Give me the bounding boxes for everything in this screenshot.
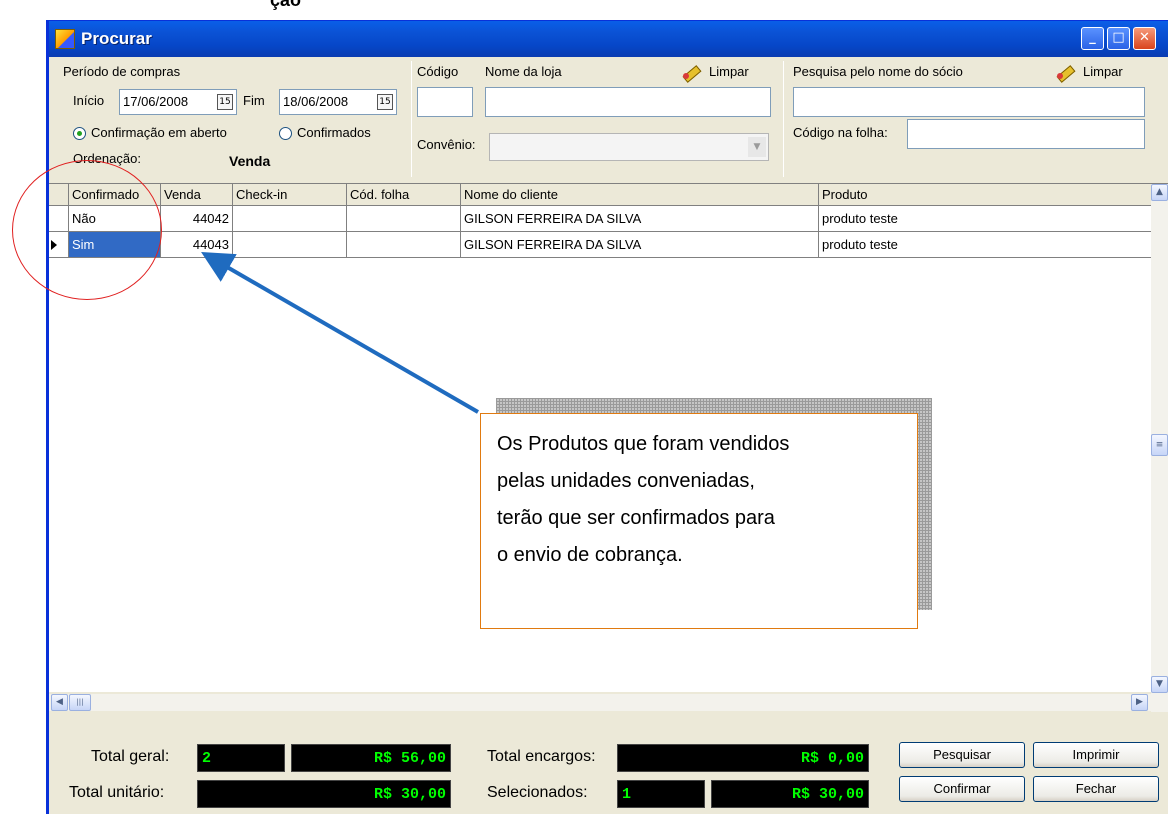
limpar-loja-button[interactable]: Limpar	[709, 64, 749, 79]
nome-loja-label: Nome da loja	[485, 64, 562, 79]
calendar-icon[interactable]: 15	[217, 94, 233, 110]
inicio-date-field[interactable]: 17/06/2008 15	[119, 89, 237, 115]
column-header-venda[interactable]: Venda	[161, 184, 233, 206]
scroll-down-button[interactable]: ▼	[1151, 676, 1168, 693]
divider	[411, 61, 412, 177]
horizontal-scroll-thumb[interactable]: |||	[69, 694, 91, 711]
total-unitario-value: R$ 30,00	[197, 780, 451, 808]
codigo-folha-label: Código na folha:	[793, 125, 888, 140]
total-encargos-label: Total encargos:	[487, 748, 596, 765]
selecionados-value: R$ 30,00	[711, 780, 869, 808]
window-title: Procurar	[81, 29, 152, 48]
fim-date-field[interactable]: 18/06/2008 15	[279, 89, 397, 115]
total-unitario-label: Total unitário:	[69, 784, 165, 801]
total-geral-label: Total geral:	[91, 748, 170, 765]
grid-header: Confirmado Venda Check-in Cód. folha Nom…	[49, 184, 1153, 206]
confirmar-button[interactable]: Confirmar	[899, 776, 1025, 802]
cell-cod-folha[interactable]	[347, 232, 461, 258]
total-geral-value: R$ 56,00	[291, 744, 451, 772]
selecionados-label: Selecionados:	[487, 784, 588, 801]
cell-venda[interactable]: 44043	[161, 232, 233, 258]
vertical-scrollbar[interactable]: ▲ ≡ ▼	[1151, 184, 1168, 712]
column-header-checkin[interactable]: Check-in	[233, 184, 347, 206]
table-row[interactable]: Sim 44043 GILSON FERREIRA DA SILVA produ…	[49, 232, 1153, 258]
pesquisar-button[interactable]: Pesquisar	[899, 742, 1025, 768]
cell-produto[interactable]: produto teste	[819, 206, 1153, 232]
eraser-icon[interactable]	[681, 63, 701, 81]
socio-input[interactable]	[793, 87, 1145, 117]
cell-cod-folha[interactable]	[347, 206, 461, 232]
table-row[interactable]: Não 44042 GILSON FERREIRA DA SILVA produ…	[49, 206, 1153, 232]
fim-date-value: 18/06/2008	[283, 94, 349, 109]
highlight-ellipse	[12, 160, 162, 300]
cell-checkin[interactable]	[233, 206, 347, 232]
cell-checkin[interactable]	[233, 232, 347, 258]
periodo-label: Período de compras	[63, 64, 181, 79]
codigo-input[interactable]	[417, 87, 473, 117]
scroll-thumb[interactable]: ≡	[1151, 434, 1168, 456]
ordenacao-value: Venda	[229, 153, 271, 169]
column-header-cod-folha[interactable]: Cód. folha	[347, 184, 461, 206]
minimize-button[interactable]: _	[1081, 27, 1104, 50]
column-header-nome-cliente[interactable]: Nome do cliente	[461, 184, 819, 206]
cell-produto[interactable]: produto teste	[819, 232, 1153, 258]
maximize-button[interactable]: □	[1107, 27, 1130, 50]
radio-confirmados-label[interactable]: Confirmados	[297, 125, 371, 140]
annotation-callout: Os Produtos que foram vendidos pelas uni…	[480, 413, 918, 629]
radio-confirmacao-aberto-label[interactable]: Confirmação em aberto	[91, 125, 227, 140]
fechar-button[interactable]: Fechar	[1033, 776, 1159, 802]
nome-loja-input[interactable]	[485, 87, 771, 117]
cell-venda[interactable]: 44042	[161, 206, 233, 232]
column-header-produto[interactable]: Produto	[819, 184, 1153, 206]
document-heading-fragment: ção	[270, 0, 302, 10]
imprimir-button[interactable]: Imprimir	[1033, 742, 1159, 768]
radio-confirmacao-aberto[interactable]	[73, 127, 86, 140]
totals-panel: Total geral: 2 R$ 56,00 Total unitário: …	[49, 718, 1168, 814]
title-bar[interactable]: Procurar _ □ ✕	[49, 21, 1168, 57]
socio-label: Pesquisa pelo nome do sócio	[793, 64, 963, 79]
scroll-left-button[interactable]: ◀	[51, 694, 68, 711]
total-encargos-value: R$ 0,00	[617, 744, 869, 772]
cell-cliente[interactable]: GILSON FERREIRA DA SILVA	[461, 206, 819, 232]
calendar-icon[interactable]: 15	[377, 94, 393, 110]
codigo-folha-input[interactable]	[907, 119, 1145, 149]
inicio-label: Início	[73, 93, 105, 108]
divider	[783, 61, 784, 177]
app-icon	[55, 29, 75, 49]
inicio-date-value: 17/06/2008	[123, 94, 189, 109]
radio-confirmados[interactable]	[279, 127, 292, 140]
selecionados-count: 1	[617, 780, 705, 808]
scroll-right-button[interactable]: ▶	[1131, 694, 1148, 711]
scroll-up-button[interactable]: ▲	[1151, 184, 1168, 201]
fim-label: Fim	[243, 93, 265, 108]
cell-cliente[interactable]: GILSON FERREIRA DA SILVA	[461, 232, 819, 258]
total-geral-count: 2	[197, 744, 285, 772]
codigo-label: Código	[417, 64, 459, 79]
convenio-select[interactable]: ▼	[489, 133, 769, 161]
close-button[interactable]: ✕	[1133, 27, 1156, 50]
limpar-socio-button[interactable]: Limpar	[1083, 64, 1123, 79]
horizontal-scrollbar[interactable]: ◀ ||| ▶	[49, 694, 1151, 711]
eraser-icon[interactable]	[1055, 63, 1075, 81]
convenio-label: Convênio:	[417, 137, 476, 152]
dropdown-arrow-icon[interactable]: ▼	[748, 137, 766, 157]
